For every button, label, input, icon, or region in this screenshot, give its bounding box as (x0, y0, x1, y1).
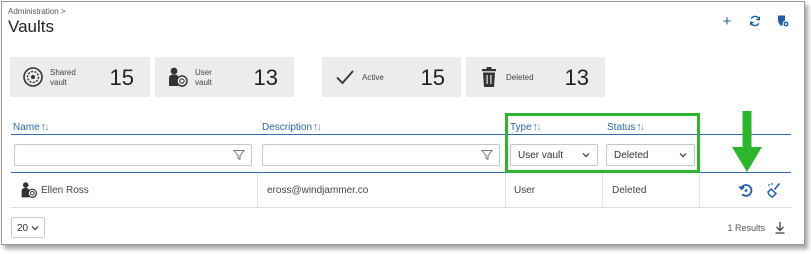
user-vault-card[interactable]: User vault 13 (155, 57, 294, 97)
breadcrumb-administration[interactable]: Administration (8, 7, 59, 16)
column-divider (505, 173, 506, 208)
filter-icon[interactable] (481, 149, 493, 161)
header-actions: + (720, 12, 790, 30)
restore-icon[interactable] (738, 182, 754, 198)
deleted-count: 13 (564, 65, 589, 90)
breadcrumb-separator: > (60, 7, 66, 16)
column-header-name[interactable]: Name ↑↓ (13, 121, 50, 133)
purge-icon[interactable] (766, 182, 782, 198)
table-row[interactable] (11, 173, 791, 208)
sort-icon[interactable]: ↑↓ (41, 121, 50, 133)
download-icon[interactable] (774, 221, 786, 234)
column-divider (602, 173, 603, 208)
page-title: Vaults (8, 17, 54, 36)
refresh-button[interactable] (748, 14, 762, 28)
highlight-arrow-icon (732, 111, 762, 172)
page-size-select[interactable]: 20 (11, 217, 45, 238)
vaults-page: Administration > Vaults + Shared vault 1… (1, 1, 805, 245)
highlight-box (505, 113, 700, 173)
user-vault-count: 13 (253, 65, 278, 90)
page-size-value: 20 (17, 223, 29, 234)
results-count: 1 Results (727, 223, 765, 233)
filter-icon[interactable] (233, 149, 245, 161)
shared-vault-label: Shared vault (50, 68, 76, 87)
add-vault-button[interactable]: + (720, 12, 734, 30)
shared-vault-count: 15 (109, 65, 134, 90)
user-vault-icon (167, 66, 189, 88)
name-filter-input[interactable] (14, 144, 252, 166)
user-vault-icon (20, 181, 38, 199)
column-header-description-label: Description (262, 121, 313, 133)
row-name: Ellen Ross (41, 185, 89, 196)
row-status: Deleted (612, 185, 647, 196)
trash-icon (478, 66, 500, 88)
row-type: User (514, 185, 536, 196)
active-count: 15 (420, 65, 445, 90)
deleted-card[interactable]: Deleted 13 (466, 57, 605, 97)
shield-vault-icon (778, 15, 790, 28)
shared-vault-card[interactable]: Shared vault 15 (10, 57, 150, 97)
active-label: Active (362, 73, 384, 82)
column-header-name-label: Name (13, 121, 40, 133)
shared-vault-icon (22, 66, 44, 88)
column-divider (699, 173, 700, 208)
breadcrumb: Administration > (8, 7, 66, 16)
user-vault-label: User vault (195, 68, 212, 87)
column-divider (257, 173, 258, 208)
plus-icon: + (722, 12, 732, 30)
description-filter-input[interactable] (262, 144, 500, 166)
checkmark-icon (334, 66, 356, 88)
chevron-down-icon (31, 226, 39, 231)
deleted-label: Deleted (506, 73, 534, 82)
row-description: eross@windjammer.co (267, 185, 369, 196)
vault-settings-button[interactable] (776, 14, 790, 28)
sort-icon[interactable]: ↑↓ (313, 121, 322, 133)
refresh-icon (749, 15, 761, 27)
active-card[interactable]: Active 15 (322, 57, 461, 97)
column-header-description[interactable]: Description ↑↓ (262, 121, 322, 133)
